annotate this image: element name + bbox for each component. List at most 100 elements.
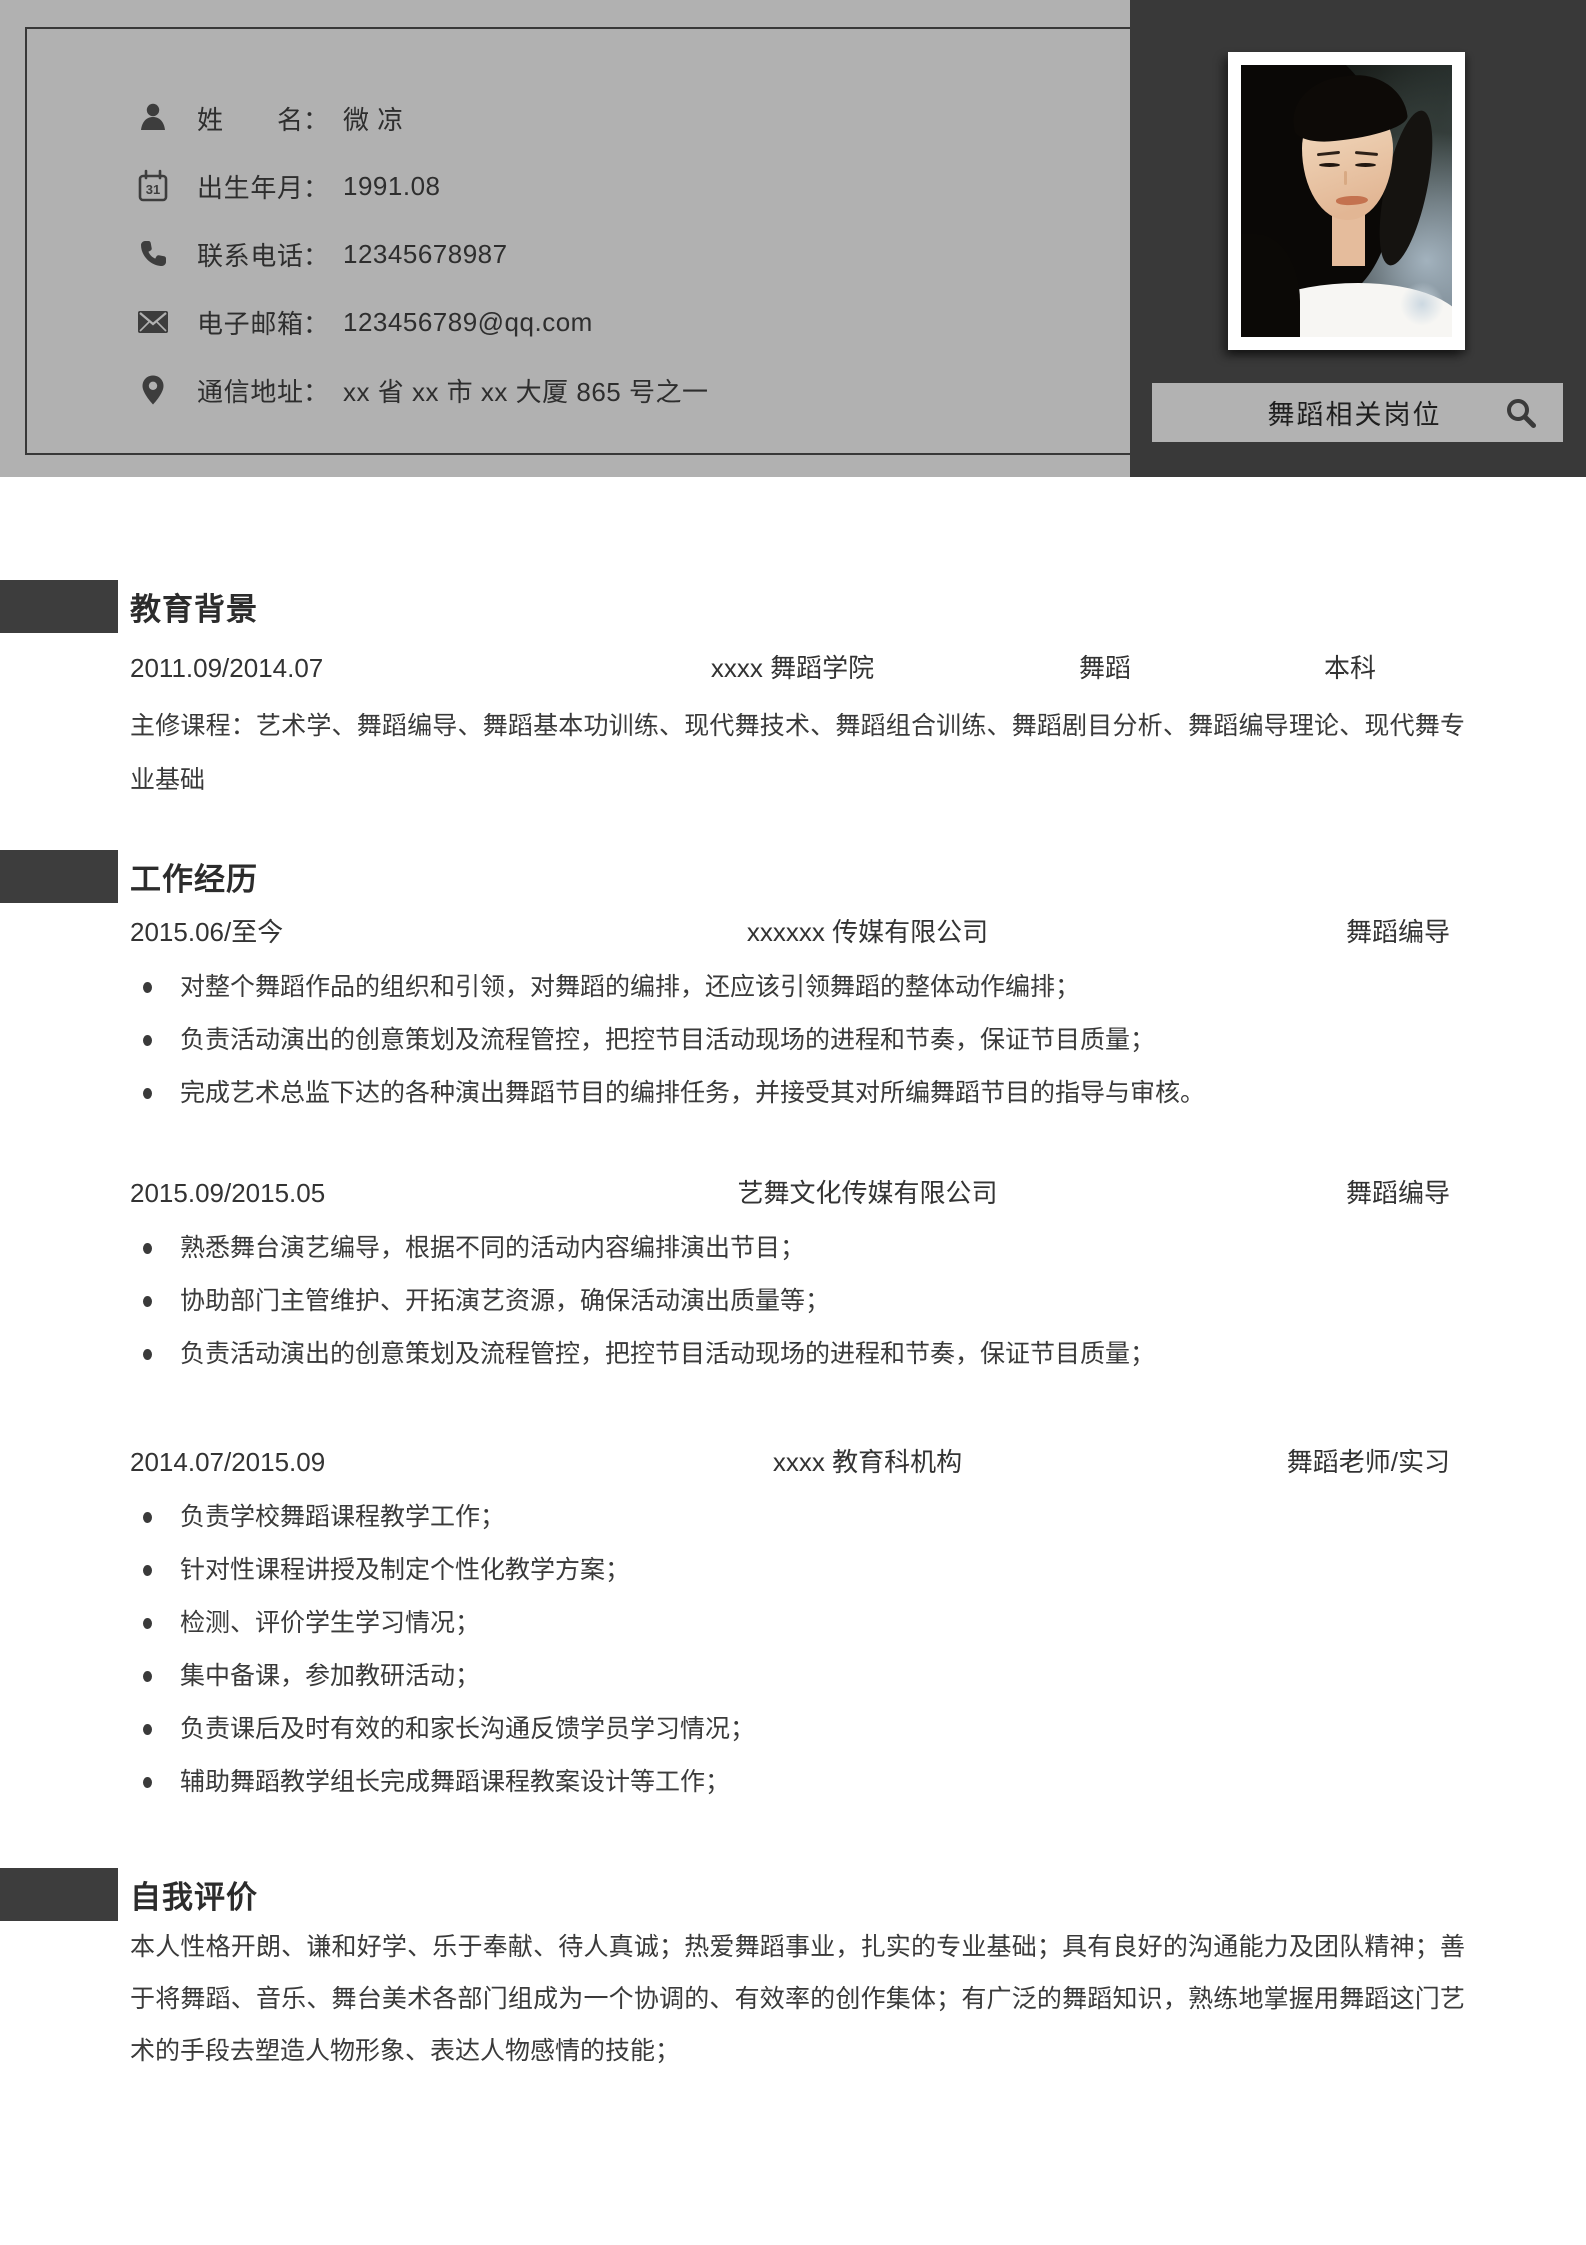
section-head-education: 教育背景 — [0, 580, 1465, 633]
job-company: 艺舞文化传媒有限公司 — [737, 1178, 998, 1208]
contact-label: 出生年月 — [197, 172, 303, 203]
job-period: 2015.06/至今 — [130, 917, 284, 947]
list-item: 负责活动演出的创意策划及流程管控，把控节目活动现场的进程和节奏，保证节目质量； — [130, 1328, 1465, 1381]
list-item: 负责活动演出的创意策划及流程管控，把控节目活动现场的进程和节奏，保证节目质量； — [130, 1014, 1465, 1067]
list-item: 针对性课程讲授及制定个性化教学方案； — [130, 1544, 1465, 1597]
bullet-text: 完成艺术总监下达的各种演出舞蹈节目的编排任务，并接受其对所编舞蹈节目的指导与审核… — [180, 1079, 1206, 1107]
list-item: 负责课后及时有效的和家长沟通反馈学员学习情况； — [130, 1703, 1465, 1756]
section-title-self-evaluation: 自我评价 — [130, 1880, 258, 1915]
section-tab-block — [0, 1868, 118, 1921]
job-bullet-list: 对整个舞蹈作品的组织和引领，对舞蹈的编排，还应该引领舞蹈的整体动作编排； 负责活… — [130, 961, 1465, 1120]
contact-row-phone: 联系电话 ： 12345678987 — [137, 220, 708, 288]
job-bullet-list: 负责学校舞蹈课程教学工作； 针对性课程讲授及制定个性化教学方案； 检测、评价学生… — [130, 1491, 1465, 1809]
bullet-dot-icon — [143, 1035, 152, 1046]
job-role: 舞蹈老师/实习 — [1286, 1447, 1450, 1477]
bullet-text: 负责活动演出的创意策划及流程管控，把控节目活动现场的进程和节奏，保证节目质量； — [180, 1026, 1156, 1054]
contact-label: 通信地址 — [197, 376, 303, 407]
section-title-work: 工作经历 — [130, 862, 258, 897]
job-block-2: 2015.09/2015.05 艺舞文化传媒有限公司 舞蹈编导 熟悉舞台演艺编导… — [130, 1176, 1465, 1381]
list-item: 熟悉舞台演艺编导，根据不同的活动内容编排演出节目； — [130, 1222, 1465, 1275]
list-item: 负责学校舞蹈课程教学工作； — [130, 1491, 1465, 1544]
job-role: 舞蹈编导 — [1345, 917, 1450, 947]
header-band: 姓名 ： 微 凉 31 出生年月 ： 1991.08 联系电话 ： 123456… — [0, 0, 1586, 477]
job-company: xxxx 教育科机构 — [772, 1447, 963, 1477]
contact-colon: ： — [303, 240, 330, 271]
bullet-text: 熟悉舞台演艺编导，根据不同的活动内容编排演出节目； — [180, 1234, 806, 1262]
contact-colon: ： — [303, 104, 330, 135]
portrait-eye-left — [1319, 162, 1341, 167]
contact-label: 姓名 — [197, 104, 303, 135]
calendar-icon: 31 — [137, 169, 169, 203]
contact-info-block: 姓名 ： 微 凉 31 出生年月 ： 1991.08 联系电话 ： 123456… — [137, 84, 708, 424]
contact-row-name: 姓名 ： 微 凉 — [137, 84, 708, 152]
bullet-dot-icon — [143, 1724, 152, 1735]
education-degree: 本科 — [1323, 653, 1376, 683]
person-icon — [137, 101, 169, 135]
portrait-bokeh-light — [1399, 282, 1444, 327]
section-title-education: 教育背景 — [130, 592, 258, 627]
bullet-text: 对整个舞蹈作品的组织和引领，对舞蹈的编排，还应该引领舞蹈的整体动作编排； — [180, 973, 1081, 1001]
contact-label: 联系电话 — [197, 240, 303, 271]
education-major: 舞蹈 — [1078, 653, 1131, 683]
job-block-3: 2014.07/2015.09 xxxx 教育科机构 舞蹈老师/实习 负责学校舞… — [130, 1445, 1465, 1809]
education-period: 2011.09/2014.07 — [130, 653, 324, 683]
bullet-dot-icon — [143, 1777, 152, 1788]
contact-value-email: 123456789@qq.com — [343, 306, 593, 337]
contact-value-phone: 12345678987 — [343, 238, 508, 269]
bullet-text: 负责活动演出的创意策划及流程管控，把控节目活动现场的进程和节奏，保证节目质量； — [180, 1340, 1156, 1368]
job-search-text[interactable]: 舞蹈相关岗位 — [1152, 393, 1505, 432]
job-header: 2015.06/至今 xxxxxx 传媒有限公司 舞蹈编导 — [130, 915, 1465, 949]
bullet-dot-icon — [143, 1512, 152, 1523]
bullet-text: 辅助舞蹈教学组长完成舞蹈课程教案设计等工作； — [180, 1768, 731, 1796]
contact-colon: ： — [303, 376, 330, 407]
job-role: 舞蹈编导 — [1345, 1178, 1450, 1208]
email-icon — [137, 305, 169, 339]
bullet-dot-icon — [143, 1349, 152, 1360]
job-header: 2014.07/2015.09 xxxx 教育科机构 舞蹈老师/实习 — [130, 1445, 1465, 1479]
resume-body: 教育背景 2011.09/2014.07 xxxx 舞蹈学院 舞蹈 本科 主修课… — [0, 477, 1465, 2102]
phone-icon — [137, 237, 169, 271]
bullet-text: 针对性课程讲授及制定个性化教学方案； — [180, 1556, 631, 1584]
contact-colon: ： — [303, 172, 330, 203]
job-search-bar[interactable]: 舞蹈相关岗位 — [1152, 383, 1563, 442]
portrait-nose — [1344, 171, 1348, 185]
contact-row-address: 通信地址 ： xx 省 xx 市 xx 大厦 865 号之一 — [137, 356, 708, 424]
bullet-dot-icon — [143, 982, 152, 993]
list-item: 对整个舞蹈作品的组织和引领，对舞蹈的编排，还应该引领舞蹈的整体动作编排； — [130, 961, 1465, 1014]
calendar-day-text: 31 — [146, 182, 160, 197]
education-row: 2011.09/2014.07 xxxx 舞蹈学院 舞蹈 本科 — [130, 651, 1465, 685]
portrait-eye-right — [1354, 162, 1377, 167]
bullet-text: 集中备课，参加教研活动； — [180, 1662, 481, 1690]
header-side-panel: 舞蹈相关岗位 — [1130, 0, 1586, 477]
bullet-dot-icon — [143, 1296, 152, 1307]
job-company: xxxxxx 传媒有限公司 — [746, 917, 989, 947]
education-courses: 主修课程：艺术学、舞蹈编导、舞蹈基本功训练、现代舞技术、舞蹈组合训练、舞蹈剧目分… — [130, 712, 1465, 794]
contact-value-address: xx 省 xx 市 xx 大厦 865 号之一 — [343, 376, 709, 407]
job-block-1: 2015.06/至今 xxxxxx 传媒有限公司 舞蹈编导 对整个舞蹈作品的组织… — [130, 915, 1465, 1120]
list-item: 检测、评价学生学习情况； — [130, 1597, 1465, 1650]
section-work: 工作经历 2015.06/至今 xxxxxx 传媒有限公司 舞蹈编导 对整个舞蹈… — [0, 850, 1465, 1809]
bullet-dot-icon — [143, 1243, 152, 1254]
location-icon — [137, 373, 169, 407]
contact-row-birth: 31 出生年月 ： 1991.08 — [137, 152, 708, 220]
section-head-self-evaluation: 自我评价 — [0, 1868, 1465, 1921]
bullet-dot-icon — [143, 1618, 152, 1629]
contact-value-birth: 1991.08 — [343, 170, 441, 201]
job-header: 2015.09/2015.05 艺舞文化传媒有限公司 舞蹈编导 — [130, 1176, 1465, 1210]
contact-label: 电子邮箱 — [197, 308, 303, 339]
job-period: 2015.09/2015.05 — [130, 1178, 326, 1208]
search-icon[interactable] — [1505, 397, 1539, 429]
bullet-text: 负责学校舞蹈课程教学工作； — [180, 1503, 506, 1531]
job-bullet-list: 熟悉舞台演艺编导，根据不同的活动内容编排演出节目； 协助部门主管维护、开拓演艺资… — [130, 1222, 1465, 1381]
bullet-text: 负责课后及时有效的和家长沟通反馈学员学习情况； — [180, 1715, 756, 1743]
section-tab-block — [0, 850, 118, 903]
contact-value-name: 微 凉 — [343, 104, 404, 135]
contact-colon: ： — [303, 308, 330, 339]
education-school: xxxx 舞蹈学院 — [710, 653, 875, 683]
section-education: 教育背景 2011.09/2014.07 xxxx 舞蹈学院 舞蹈 本科 主修课… — [0, 580, 1465, 807]
bullet-text: 检测、评价学生学习情况； — [180, 1609, 481, 1637]
profile-photo — [1228, 52, 1465, 350]
section-head-work: 工作经历 — [0, 850, 1465, 903]
list-item: 协助部门主管维护、开拓演艺资源，确保活动演出质量等； — [130, 1275, 1465, 1328]
list-item: 完成艺术总监下达的各种演出舞蹈节目的编排任务，并接受其对所编舞蹈节目的指导与审核… — [130, 1067, 1465, 1120]
